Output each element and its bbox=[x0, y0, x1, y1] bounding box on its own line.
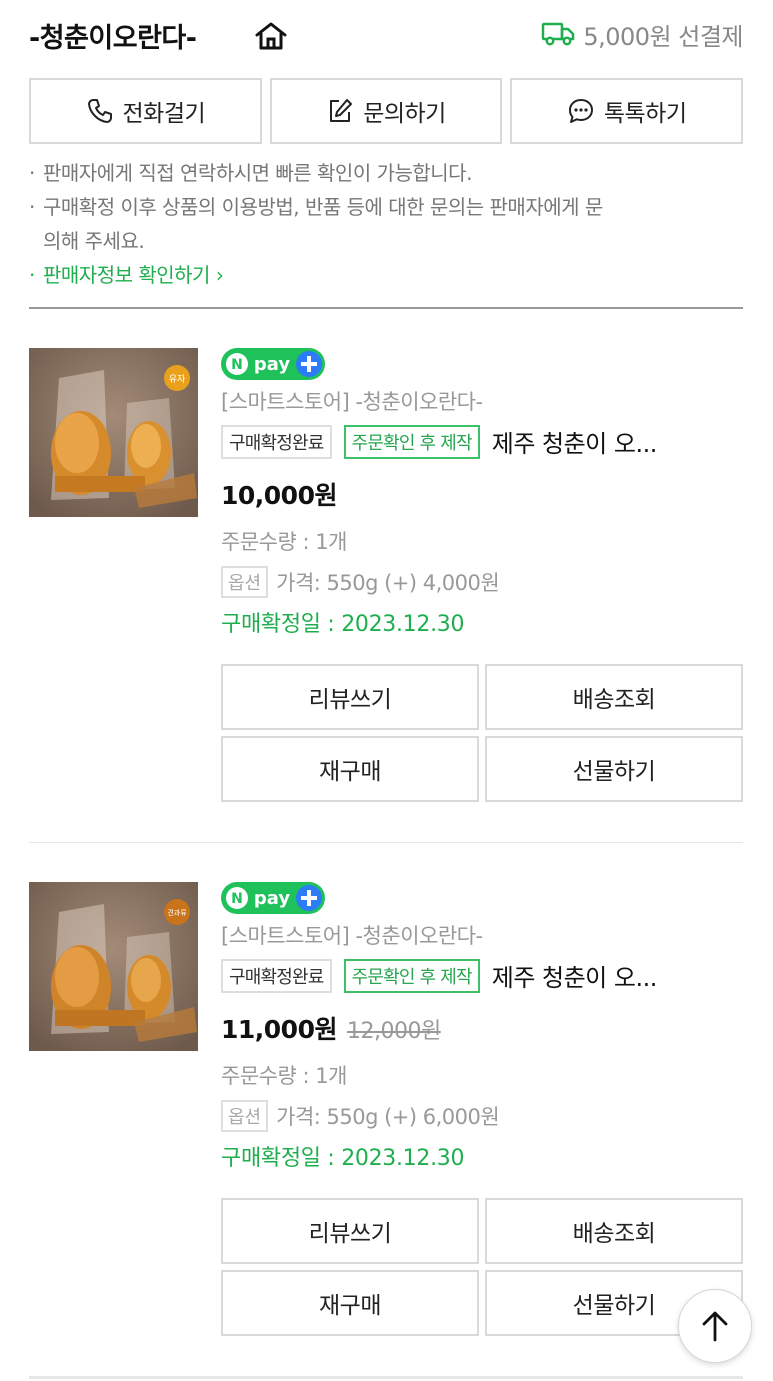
quantity: 주문수량 : 1개 bbox=[221, 530, 347, 554]
made-to-order-badge: 주문확인 후 제작 bbox=[343, 424, 480, 459]
quantity: 주문수량 : 1개 bbox=[221, 1064, 347, 1088]
order-item: 유자 N pay [스마트스토어] -청춘이오란다- 구매확정완료 주문확인 후… bbox=[29, 348, 743, 803]
inquiry-button[interactable]: 문의하기 bbox=[269, 78, 503, 144]
order-tags: 구매확정완료 주문확인 후 제작 제주 청춘이 오... bbox=[221, 424, 657, 459]
product-image: 견과류 bbox=[29, 882, 198, 1051]
seller-info-link[interactable]: 판매자정보 확인하기 › bbox=[29, 258, 743, 292]
home-icon[interactable] bbox=[253, 20, 289, 52]
order-tags: 구매확정완료 주문확인 후 제작 제주 청춘이 오... bbox=[221, 958, 657, 993]
seller-name[interactable]: [스마트스토어] -청춘이오란다- bbox=[221, 920, 483, 950]
seller-name[interactable]: [스마트스토어] -청춘이오란다- bbox=[221, 386, 483, 416]
confirm-date: 구매확정일 : 2023.12.30 bbox=[221, 1146, 465, 1171]
price: 10,000원 bbox=[221, 481, 337, 510]
arrow-up-icon bbox=[702, 1311, 728, 1342]
order-separator bbox=[29, 842, 743, 843]
edit-icon bbox=[330, 99, 353, 122]
price: 11,000원 bbox=[221, 1015, 337, 1044]
option-badge: 옵션 bbox=[221, 566, 269, 598]
product-thumbnail[interactable]: 유자 bbox=[29, 348, 198, 517]
store-header: -청춘이오란다- 5,000원 선결제 bbox=[29, 12, 743, 56]
notice-line-2b: 의해 주세요. bbox=[43, 229, 145, 253]
truck-icon bbox=[542, 22, 575, 46]
order-actions: 리뷰쓰기 배송조회 재구매 선물하기 bbox=[221, 664, 743, 802]
section-divider bbox=[29, 307, 743, 309]
product-name[interactable]: 제주 청춘이 오... bbox=[492, 958, 658, 993]
notice-line-2: 구매확정 이후 상품의 이용방법, 반품 등에 대한 문의는 판매자에게 문 의… bbox=[29, 190, 743, 258]
review-button[interactable]: 리뷰쓰기 bbox=[221, 664, 479, 730]
rebuy-button[interactable]: 재구매 bbox=[221, 1270, 479, 1336]
notice-line-2a: 구매확정 이후 상품의 이용방법, 반품 등에 대한 문의는 판매자에게 문 bbox=[43, 195, 603, 219]
product-name[interactable]: 제주 청춘이 오... bbox=[492, 424, 658, 459]
seller-notice: 판매자에게 직접 연락하시면 빠른 확인이 가능합니다. 구매확정 이후 상품의… bbox=[29, 156, 743, 292]
status-badge: 구매확정완료 bbox=[221, 424, 332, 459]
talk-button[interactable]: 톡톡하기 bbox=[510, 78, 744, 144]
bottom-divider bbox=[29, 1376, 743, 1379]
thumb-badge: 유자 bbox=[169, 374, 186, 385]
thumb-badge: 견과류 bbox=[167, 908, 187, 917]
notice-line-1: 판매자에게 직접 연락하시면 빠른 확인이 가능합니다. bbox=[29, 156, 743, 190]
svg-text:N: N bbox=[231, 357, 243, 373]
npay-plus-icon: N pay bbox=[221, 882, 325, 914]
chat-icon bbox=[568, 99, 593, 123]
inquiry-label: 문의하기 bbox=[363, 101, 446, 127]
confirm-date: 구매확정일 : 2023.12.30 bbox=[221, 612, 465, 637]
price-row: 10,000원 bbox=[221, 476, 337, 512]
delivery-tracking-button[interactable]: 배송조회 bbox=[485, 664, 743, 730]
shipping-text: 5,000원 선결제 bbox=[583, 22, 743, 51]
chevron-right-icon: › bbox=[209, 263, 224, 287]
contact-buttons: 전화걸기 문의하기 톡톡하기 bbox=[29, 78, 744, 144]
npay-label: pay bbox=[254, 354, 290, 375]
shipping-info: 5,000원 선결제 bbox=[541, 18, 743, 51]
phone-icon bbox=[87, 99, 112, 123]
gift-button[interactable]: 선물하기 bbox=[485, 736, 743, 802]
option-row: 옵션 가격: 550g (+) 6,000원 bbox=[221, 1100, 500, 1132]
rebuy-button[interactable]: 재구매 bbox=[221, 736, 479, 802]
option-badge: 옵션 bbox=[221, 1100, 269, 1132]
option-text: 가격: 550g (+) 4,000원 bbox=[276, 571, 500, 595]
product-thumbnail[interactable]: 견과류 bbox=[29, 882, 198, 1051]
scroll-top-button[interactable] bbox=[678, 1289, 752, 1363]
npay-plus-icon: N pay bbox=[221, 348, 325, 380]
price-row: 11,000원 12,000원 bbox=[221, 1010, 441, 1046]
original-price: 12,000원 bbox=[346, 1019, 441, 1044]
seller-info-link-label: 판매자정보 확인하기 bbox=[43, 263, 210, 287]
svg-text:N: N bbox=[231, 891, 243, 907]
order-item: 견과류 N pay [스마트스토어] -청춘이오란다- 구매확정완료 주문확인 … bbox=[29, 882, 743, 1337]
delivery-tracking-button[interactable]: 배송조회 bbox=[485, 1198, 743, 1264]
store-name[interactable]: -청춘이오란다- bbox=[29, 16, 197, 55]
option-row: 옵션 가격: 550g (+) 4,000원 bbox=[221, 566, 500, 598]
review-button[interactable]: 리뷰쓰기 bbox=[221, 1198, 479, 1264]
status-badge: 구매확정완료 bbox=[221, 958, 332, 993]
call-label: 전화걸기 bbox=[122, 101, 206, 127]
made-to-order-badge: 주문확인 후 제작 bbox=[343, 958, 480, 993]
order-actions: 리뷰쓰기 배송조회 재구매 선물하기 bbox=[221, 1198, 743, 1336]
talk-label: 톡톡하기 bbox=[603, 101, 687, 127]
npay-label: pay bbox=[254, 888, 290, 909]
call-button[interactable]: 전화걸기 bbox=[29, 78, 262, 144]
option-text: 가격: 550g (+) 6,000원 bbox=[276, 1105, 500, 1129]
product-image: 유자 bbox=[29, 348, 198, 517]
